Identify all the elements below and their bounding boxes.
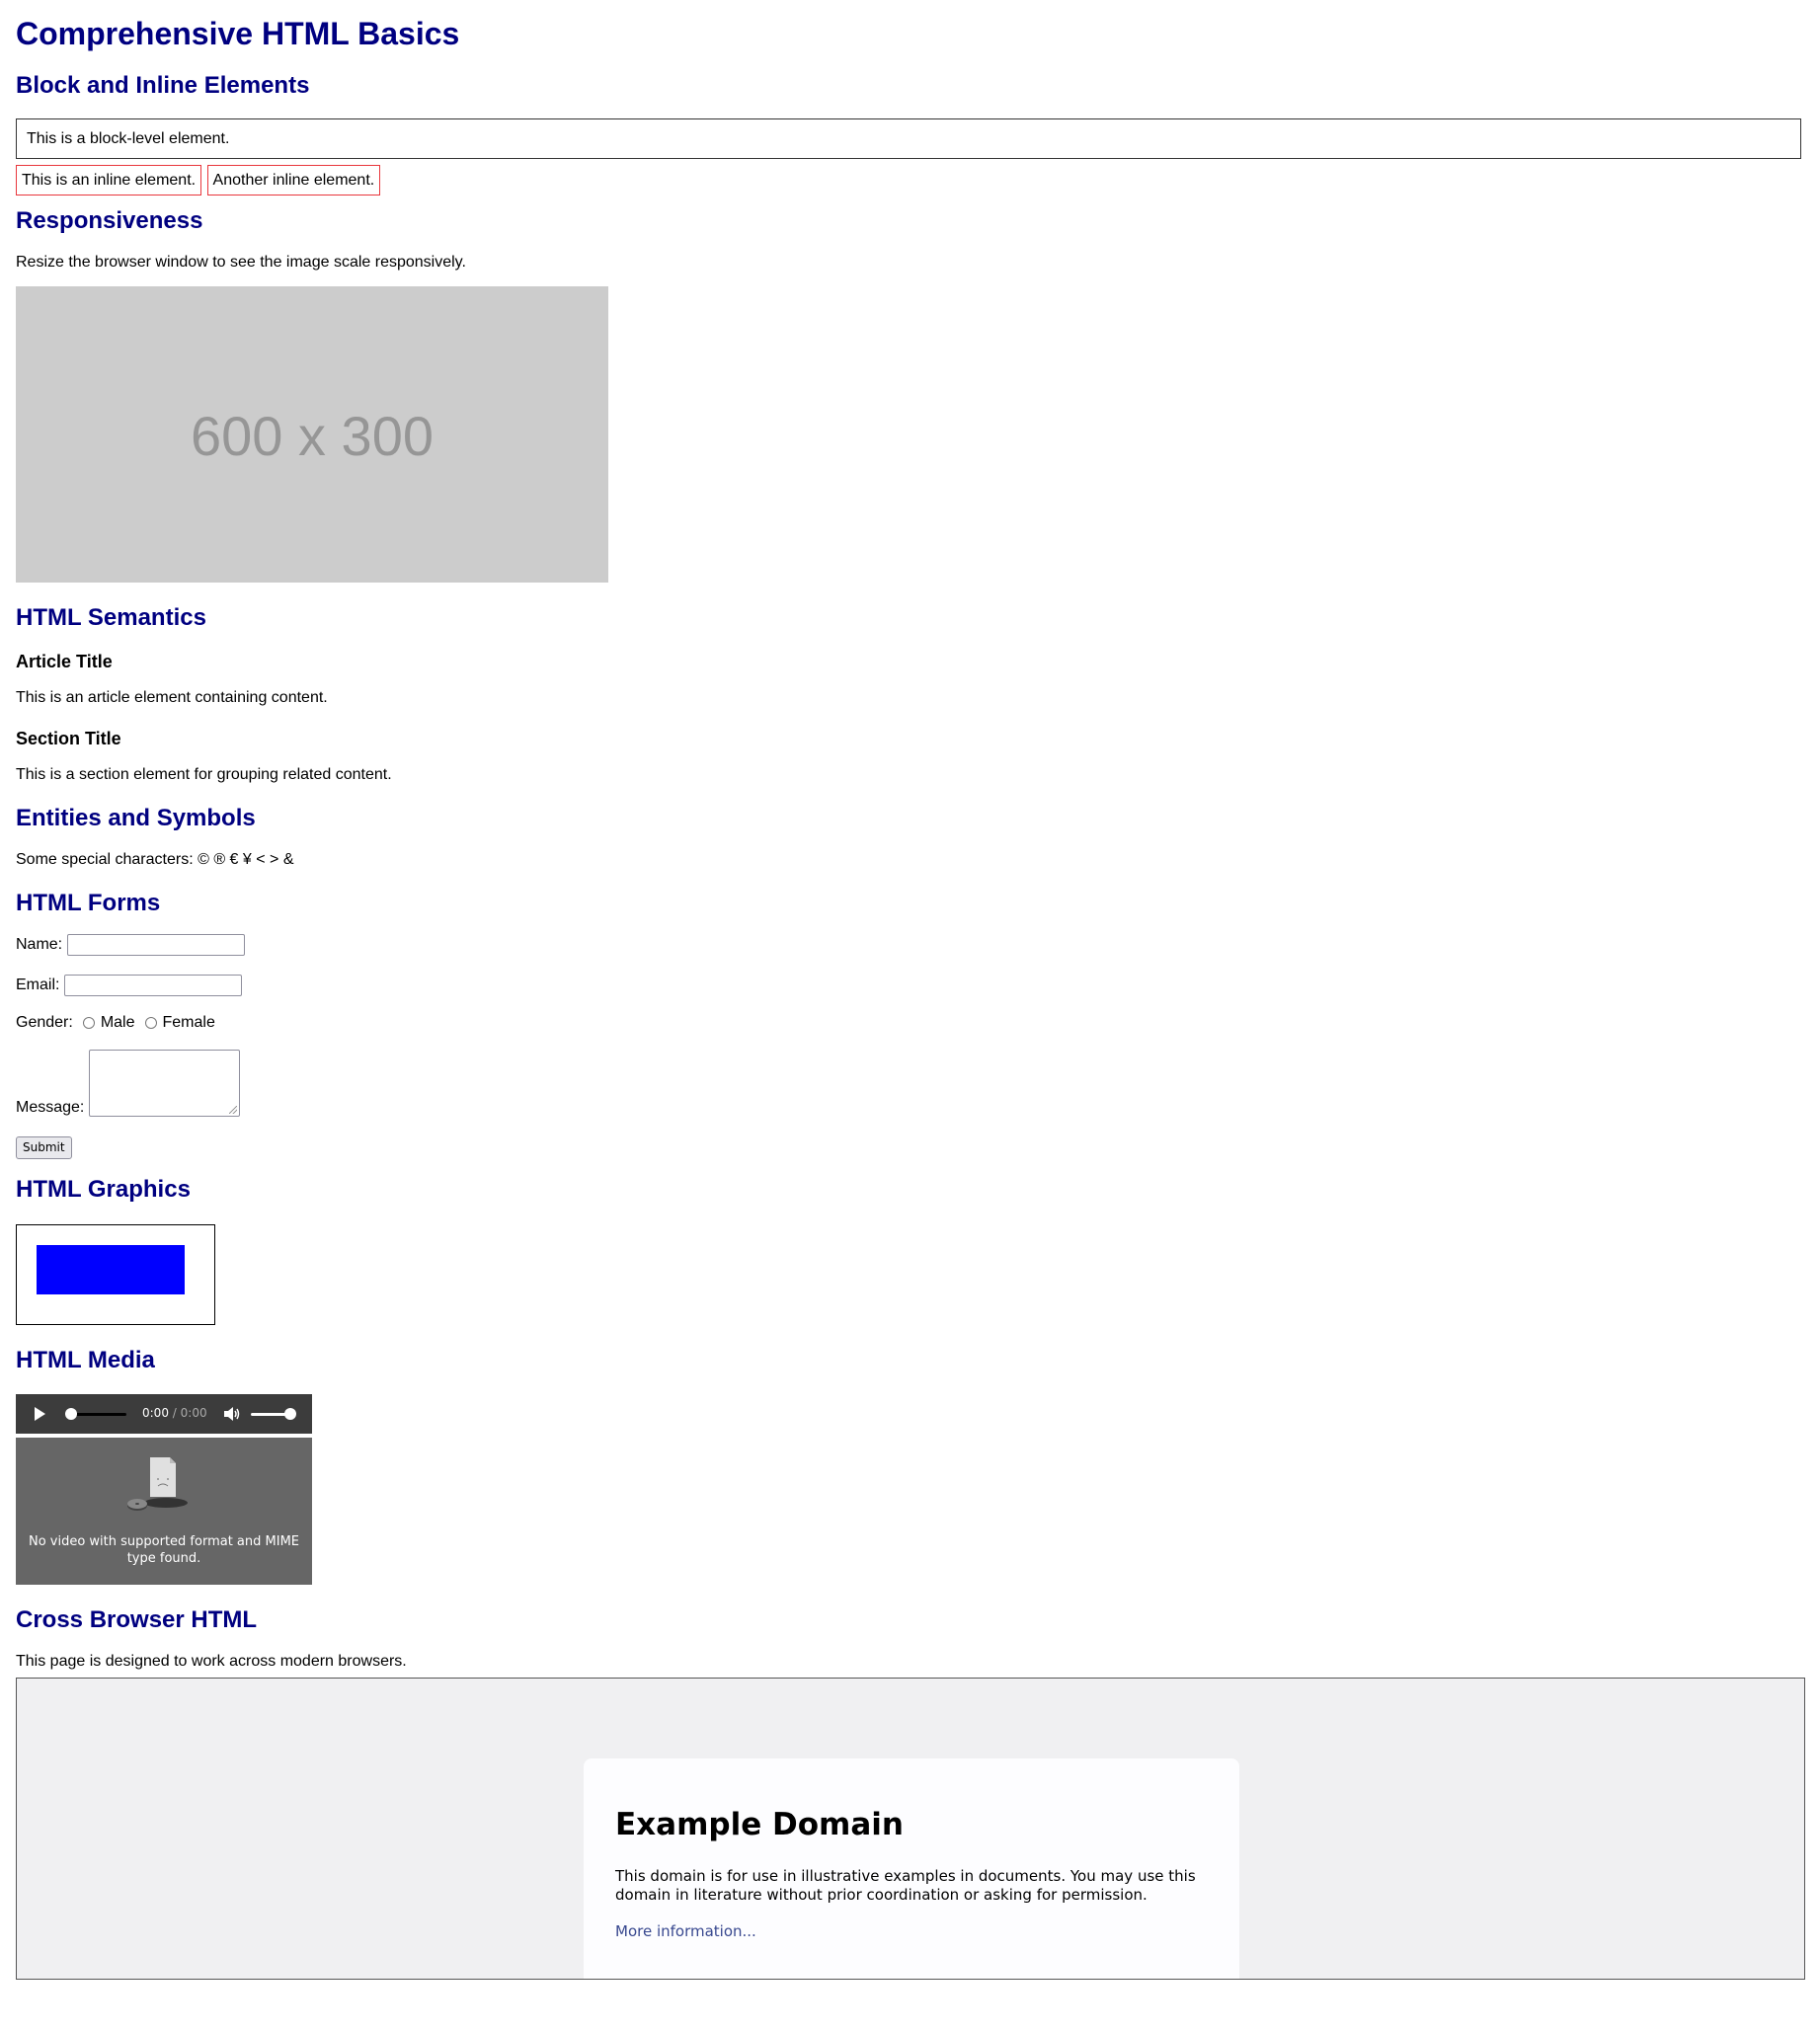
gender-label: Gender: [16, 1014, 73, 1031]
resize-grip-icon[interactable] [229, 1106, 238, 1114]
inline-element-1: This is an inline element. [16, 165, 202, 195]
example-domain-card: Example Domain This domain is for use in… [584, 1758, 1239, 1979]
inline-element-2: Another inline element. [206, 165, 381, 195]
gender-male-label[interactable]: Male [101, 1014, 135, 1032]
audio-seek-slider[interactable] [65, 1408, 126, 1420]
contact-form: Name: Email: Gender: Male Female Message… [16, 934, 1804, 1159]
name-input[interactable] [67, 934, 246, 956]
message-row: Message: [16, 1050, 1804, 1117]
page: Comprehensive HTML Basics Block and Inli… [0, 0, 1820, 1980]
video-player[interactable]: No video with supported format and MIME … [16, 1438, 312, 1585]
article-title: Article Title [16, 652, 113, 671]
message-textarea[interactable] [89, 1050, 241, 1117]
submit-button[interactable]: Submit [16, 1136, 72, 1159]
gender-female-radio[interactable] [144, 1017, 157, 1029]
seek-thumb[interactable] [65, 1408, 77, 1420]
block-inline-heading: Block and Inline Elements [16, 72, 310, 99]
broken-media-icon [127, 1457, 188, 1511]
video-error-message: No video with supported format and MIME … [28, 1534, 300, 1566]
volume-icon[interactable] [223, 1406, 241, 1422]
message-label: Message: [16, 1099, 85, 1116]
name-label: Name: [16, 936, 63, 953]
duration: / 0:00 [172, 1406, 207, 1420]
audio-time: 0:00 / 0:00 [142, 1406, 207, 1420]
graphics-canvas [16, 1224, 215, 1325]
entities-heading: Entities and Symbols [16, 805, 256, 831]
blue-rectangle [37, 1245, 185, 1294]
play-icon[interactable] [35, 1407, 45, 1421]
gender-female-label[interactable]: Female [163, 1014, 215, 1032]
page-title: Comprehensive HTML Basics [16, 16, 460, 51]
cross-browser-heading: Cross Browser HTML [16, 1606, 258, 1633]
placeholder-image: 600 x 300 [16, 286, 608, 583]
volume-slider[interactable] [251, 1408, 296, 1420]
gender-male-radio[interactable] [82, 1017, 95, 1029]
audio-player: 0:00 / 0:00 [16, 1394, 312, 1434]
iframe-title: Example Domain [615, 1807, 904, 1842]
graphics-heading: HTML Graphics [16, 1176, 191, 1203]
embedded-iframe[interactable]: Example Domain This domain is for use in… [16, 1678, 1805, 1980]
email-input[interactable] [64, 975, 243, 996]
cross-browser-text: This page is designed to work across mod… [16, 1653, 407, 1670]
email-label: Email: [16, 977, 60, 993]
email-row: Email: [16, 975, 1804, 996]
more-information-link[interactable]: More information... [615, 1922, 756, 1940]
forms-heading: HTML Forms [16, 890, 161, 916]
responsiveness-heading: Responsiveness [16, 207, 203, 234]
section-title: Section Title [16, 729, 121, 748]
block-element: This is a block-level element. [16, 118, 1801, 159]
media-heading: HTML Media [16, 1347, 155, 1373]
name-row: Name: [16, 934, 1804, 956]
entities-text: Some special characters: © ® € ¥ < > & [16, 851, 294, 868]
volume-thumb[interactable] [284, 1408, 296, 1420]
semantics-heading: HTML Semantics [16, 604, 206, 631]
section-text: This is a section element for grouping r… [16, 766, 392, 783]
inline-row: This is an inline element. Another inlin… [16, 165, 1804, 195]
iframe-text: This domain is for use in illustrative e… [615, 1867, 1196, 1904]
gender-row: Gender: Male Female [16, 1014, 1804, 1032]
article-text: This is an article element containing co… [16, 689, 328, 706]
responsiveness-text: Resize the browser window to see the ima… [16, 254, 466, 271]
current-time: 0:00 [142, 1406, 169, 1420]
